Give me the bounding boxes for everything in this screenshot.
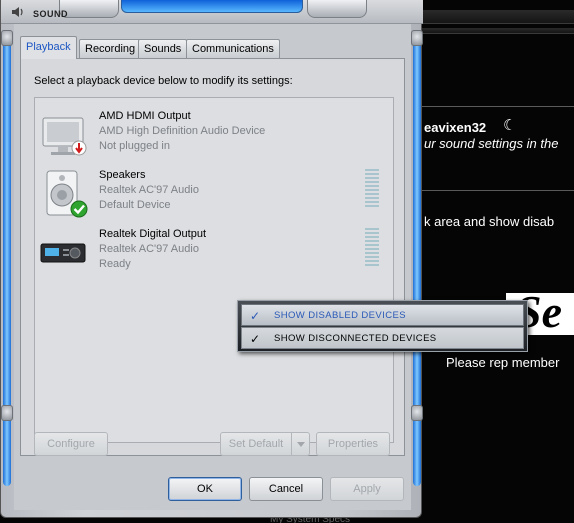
cancel-button[interactable]: Cancel xyxy=(249,477,323,501)
device-name: Realtek Digital Output xyxy=(99,228,206,240)
configure-button[interactable]: Configure xyxy=(34,432,108,456)
device-status: Ready xyxy=(99,258,131,270)
device-status: Default Device xyxy=(99,199,171,211)
monitor-icon xyxy=(42,117,87,156)
title-bar-glow xyxy=(121,0,303,13)
frame-cap xyxy=(1,405,13,421)
forum-username[interactable]: eavixen32 xyxy=(424,120,486,135)
frame-cap xyxy=(411,30,423,46)
tab-recording[interactable]: Recording xyxy=(79,39,142,58)
default-check-icon xyxy=(70,200,88,218)
apply-button[interactable]: Apply xyxy=(330,477,404,501)
tab-sounds[interactable]: Sounds xyxy=(138,39,188,58)
device-list[interactable]: AMD HDMI Output AMD High Definition Audi… xyxy=(34,97,394,443)
device-list-context-menu: ✓ SHOW DISABLED DEVICES ✓ SHOW DISCONNEC… xyxy=(237,300,528,352)
forum-post-line-2: k area and show disab xyxy=(424,214,555,229)
forum-post-line-3: Please rep member xyxy=(446,355,560,370)
sound-dialog: Playback Recording Sounds Communications… xyxy=(14,24,411,510)
tab-communications[interactable]: Communications xyxy=(186,39,280,58)
forum-divider-2 xyxy=(418,190,574,191)
device-status: Not plugged in xyxy=(99,140,170,152)
set-default-button[interactable]: Set Default xyxy=(220,432,310,456)
moon-icon: ☾ xyxy=(503,117,517,134)
frame-cap xyxy=(411,405,423,421)
menu-item-label: SHOW DISABLED DEVICES xyxy=(274,310,406,321)
playback-panel: Select a playback device below to modify… xyxy=(20,58,405,456)
device-driver: Realtek AC'97 Audio xyxy=(99,184,199,196)
forum-divider xyxy=(418,106,574,107)
ok-button[interactable]: OK xyxy=(168,477,242,501)
device-amd-hdmi-output[interactable]: AMD HDMI Output AMD High Definition Audi… xyxy=(35,106,393,164)
forum-top-bar xyxy=(418,10,574,24)
title-bar[interactable]: SOUND xyxy=(1,0,423,24)
device-name: AMD HDMI Output xyxy=(99,110,191,122)
digital-receiver-icon xyxy=(40,243,86,263)
sound-window: SOUND Playback Recording Sounds Communic… xyxy=(0,0,423,518)
device-driver: AMD High Definition Audio Device xyxy=(99,125,266,137)
speaker-icon xyxy=(46,170,88,218)
menu-item-show-disabled-devices[interactable]: ✓ SHOW DISABLED DEVICES xyxy=(241,304,524,326)
device-driver: Realtek AC'97 Audio xyxy=(99,243,199,255)
screen: eavixen32 ☾ ur sound settings in the k a… xyxy=(0,0,574,523)
menu-item-label: SHOW DISCONNECTED DEVICES xyxy=(274,333,437,344)
check-icon: ✓ xyxy=(250,309,261,323)
device-realtek-digital-output[interactable]: Realtek Digital Output Realtek AC'97 Aud… xyxy=(35,224,393,282)
device-speakers[interactable]: Speakers Realtek AC'97 Audio Default Dev… xyxy=(35,165,393,223)
title-bar-right-knob xyxy=(307,0,367,18)
properties-button[interactable]: Properties xyxy=(316,432,390,456)
check-icon: ✓ xyxy=(250,332,261,346)
instructions-text: Select a playback device below to modify… xyxy=(34,75,293,87)
frame-cap xyxy=(1,30,13,46)
menu-item-show-disconnected-devices[interactable]: ✓ SHOW DISCONNECTED DEVICES xyxy=(241,327,524,349)
forum-top-bar-2 xyxy=(418,28,574,34)
device-name: Speakers xyxy=(99,169,146,181)
set-default-label: Set Default xyxy=(228,438,284,450)
forum-post-line-1: ur sound settings in the xyxy=(424,136,559,151)
volume-level-meter xyxy=(365,228,379,268)
volume-level-meter xyxy=(365,169,379,209)
speaker-icon xyxy=(12,7,23,17)
tab-playback[interactable]: Playback xyxy=(20,36,77,59)
window-title: SOUND xyxy=(33,9,69,19)
chevron-down-icon[interactable] xyxy=(291,433,309,455)
